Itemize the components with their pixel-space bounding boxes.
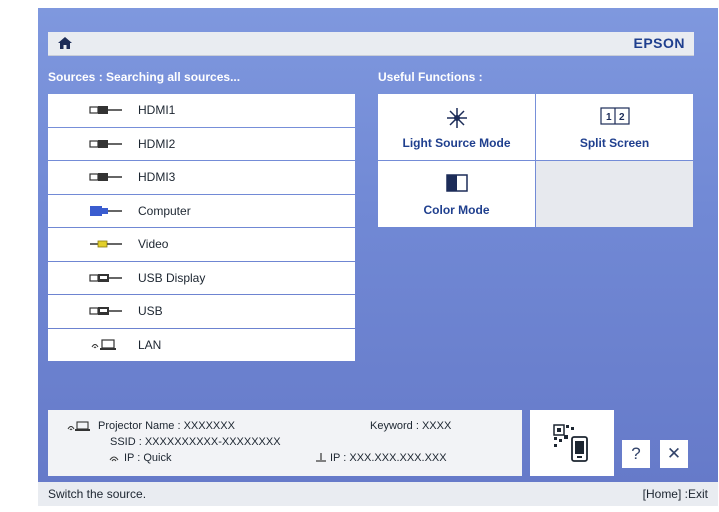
source-item-computer[interactable]: Computer <box>48 194 355 227</box>
svg-text:1: 1 <box>606 112 612 123</box>
source-label: USB Display <box>138 270 206 285</box>
functions-title: Useful Functions : <box>378 70 483 84</box>
function-label: Color Mode <box>423 203 490 217</box>
color-mode-icon <box>445 174 468 192</box>
source-label: Video <box>138 237 169 251</box>
source-label: USB <box>138 304 163 318</box>
source-label: HDMI2 <box>138 136 176 151</box>
ssid: SSID : XXXXXXXXXX-XXXXXXXX <box>110 436 281 448</box>
projector-home-screen: EPSON Sources : Searching all sources...… <box>38 8 718 506</box>
source-item-usb[interactable]: USB <box>48 295 355 328</box>
exit-hint: [Home] :Exit <box>642 487 708 501</box>
light-source-mode-button[interactable]: Light Source Mode <box>378 94 535 160</box>
source-item-hdmi1[interactable]: HDMI1 <box>48 94 355 127</box>
keyword: Keyword : XXXX <box>370 420 452 432</box>
network-info-panel: Projector Name : XXXXXXX Keyword : XXXX … <box>48 410 522 476</box>
computer-connector-icon <box>90 205 122 216</box>
svg-text:2: 2 <box>619 112 625 123</box>
split-screen-button[interactable]: 1 2 Split Screen <box>536 94 693 160</box>
lan-network-icon <box>91 338 116 350</box>
source-item-hdmi3[interactable]: HDMI3 <box>48 161 355 194</box>
qr-code-icon <box>553 424 588 462</box>
status-bar: Switch the source. [Home] :Exit <box>38 482 718 506</box>
close-button[interactable]: ✕ <box>660 440 688 468</box>
empty-function-slot <box>536 161 693 227</box>
source-label: HDMI1 <box>138 103 176 117</box>
help-button[interactable]: ? <box>622 440 650 468</box>
ip-mode: IP : Quick <box>124 452 172 464</box>
projector-name: Projector Name : XXXXXXX <box>98 420 235 432</box>
source-item-hdmi2[interactable]: HDMI2 <box>48 127 355 160</box>
source-item-lan[interactable]: LAN <box>48 328 355 361</box>
sources-panel: HDMI1 HDMI2 HDMI3 Computer Video USB Dis… <box>48 94 355 390</box>
source-label: HDMI3 <box>138 170 176 184</box>
split-screen-icon: 1 2 <box>599 107 630 125</box>
top-bar: EPSON <box>48 32 694 56</box>
color-mode-button[interactable]: Color Mode <box>378 161 535 227</box>
hdmi-connector-icon <box>89 139 122 148</box>
sources-list: HDMI1 HDMI2 HDMI3 Computer Video USB Dis… <box>48 94 355 361</box>
brand-logo: EPSON <box>633 35 685 51</box>
video-connector-icon <box>90 240 122 248</box>
lan-network-icon <box>67 421 90 431</box>
wired-lan-icon <box>316 453 326 462</box>
source-label: LAN <box>138 337 162 352</box>
wireless-icon <box>109 456 119 462</box>
usb-connector-icon <box>89 307 122 315</box>
ip-address: IP : XXX.XXX.XXX.XXX <box>330 452 447 464</box>
function-label: Light Source Mode <box>402 136 511 150</box>
source-item-usb-display[interactable]: USB Display <box>48 261 355 294</box>
qr-code-button[interactable] <box>530 410 614 476</box>
source-label: Computer <box>138 203 191 218</box>
function-label: Split Screen <box>579 136 650 150</box>
hdmi-connector-icon <box>89 173 122 181</box>
home-icon[interactable] <box>57 35 73 51</box>
status-message: Switch the source. <box>48 487 147 501</box>
hdmi-connector-icon <box>89 106 122 114</box>
source-item-video[interactable]: Video <box>48 228 355 261</box>
sources-title: Sources : Searching all sources... <box>48 70 241 84</box>
light-burst-icon <box>446 108 467 128</box>
usb-connector-icon <box>89 273 122 282</box>
functions-grid: Light Source Mode 1 2 Split Screen Color… <box>378 94 693 227</box>
